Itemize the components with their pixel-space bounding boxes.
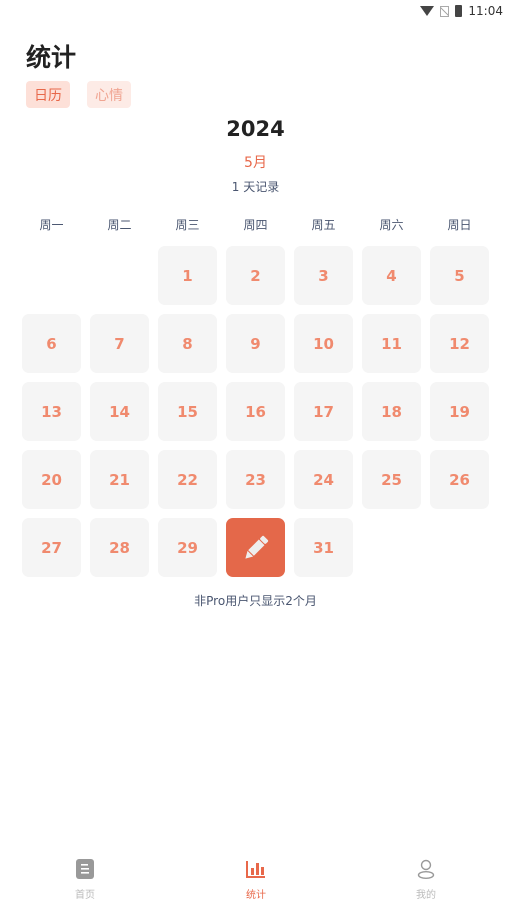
user-icon: [376, 858, 476, 880]
calendar-day[interactable]: 7: [90, 314, 149, 373]
weekday-header: 周二: [107, 218, 132, 232]
status-time: 11:04: [468, 4, 503, 18]
calendar-day[interactable]: 1: [158, 246, 217, 305]
calendar-day[interactable]: 19: [430, 382, 489, 441]
tab-mood[interactable]: 心情: [87, 81, 131, 108]
calendar-day[interactable]: 11: [362, 314, 421, 373]
battery-charging-icon: [455, 5, 463, 17]
calendar-day[interactable]: 4: [362, 246, 421, 305]
nav-profile-label: 我的: [416, 890, 436, 901]
weekday-header: 周四: [243, 218, 268, 232]
calendar-day[interactable]: 23: [226, 450, 285, 509]
calendar-day[interactable]: 25: [362, 450, 421, 509]
calendar-day[interactable]: 10: [294, 314, 353, 373]
calendar-day[interactable]: 6: [22, 314, 81, 373]
calendar-day[interactable]: 29: [158, 518, 217, 577]
calendar-day[interactable]: 18: [362, 382, 421, 441]
month-label[interactable]: 5月: [0, 152, 511, 172]
pencil-icon: [244, 535, 268, 559]
nav-profile[interactable]: 我的: [376, 858, 476, 901]
calendar-day[interactable]: 13: [22, 382, 81, 441]
calendar-day[interactable]: 31: [294, 518, 353, 577]
weekday-header: 周六: [379, 218, 404, 232]
weekday-header: 周五: [311, 218, 336, 232]
calendar-day[interactable]: 20: [22, 450, 81, 509]
weekday-header: 周日: [447, 218, 472, 232]
calendar-day[interactable]: 27: [22, 518, 81, 577]
calendar-day[interactable]: 15: [158, 382, 217, 441]
calendar-day[interactable]: 26: [430, 450, 489, 509]
calendar-day[interactable]: 12: [430, 314, 489, 373]
year-label: 2024: [226, 117, 285, 141]
tab-calendar[interactable]: 日历: [26, 81, 70, 108]
home-list-icon: [35, 858, 135, 880]
calendar-day[interactable]: 17: [294, 382, 353, 441]
calendar-day[interactable]: 22: [158, 450, 217, 509]
weekday-header: 周三: [175, 218, 200, 232]
status-bar: 11:04: [420, 0, 503, 22]
calendar-day[interactable]: 3: [294, 246, 353, 305]
calendar-day[interactable]: 14: [90, 382, 149, 441]
calendar-day[interactable]: 2: [226, 246, 285, 305]
calendar-day[interactable]: 5: [430, 246, 489, 305]
wifi-icon: [420, 6, 435, 16]
no-sim-icon: [440, 5, 450, 17]
calendar-day[interactable]: 9: [226, 314, 285, 373]
calendar-day[interactable]: 21: [90, 450, 149, 509]
record-count: 1 天记录: [231, 180, 280, 194]
page-title: 统计: [26, 43, 77, 72]
nav-home-label: 首页: [75, 890, 95, 901]
calendar-day[interactable]: 24: [294, 450, 353, 509]
calendar-day[interactable]: 16: [226, 382, 285, 441]
weekday-header: 周一: [39, 218, 64, 232]
nav-home[interactable]: 首页: [35, 858, 135, 901]
pro-limit-note: 非Pro用户只显示2个月: [194, 594, 317, 608]
calendar-day[interactable]: 8: [158, 314, 217, 373]
calendar-day[interactable]: [226, 518, 285, 577]
bar-chart-icon: [206, 858, 306, 880]
nav-stats[interactable]: 统计: [206, 858, 306, 901]
calendar-day[interactable]: 28: [90, 518, 149, 577]
nav-stats-label: 统计: [246, 890, 266, 901]
